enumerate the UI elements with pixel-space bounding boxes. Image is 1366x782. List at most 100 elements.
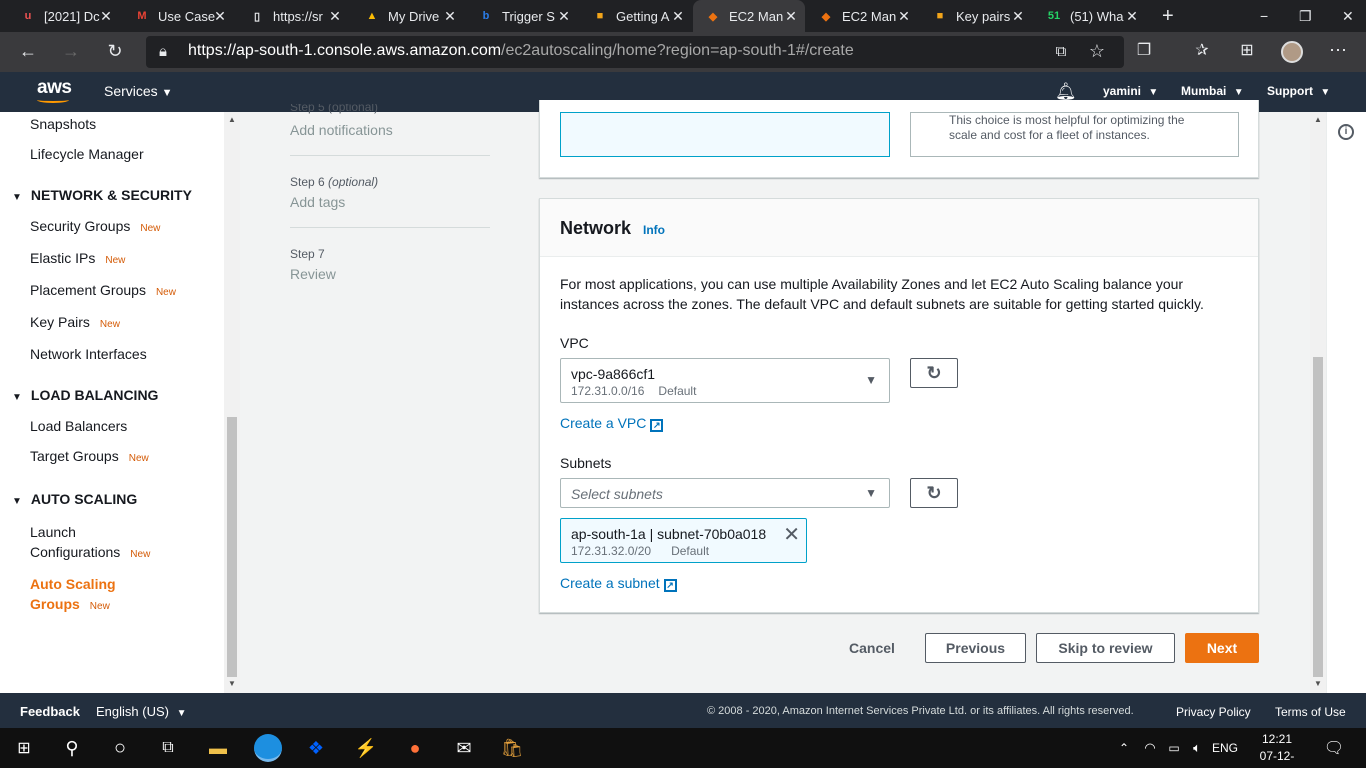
profile-avatar[interactable]	[1281, 41, 1303, 63]
browser-tab[interactable]: u [2021] Dc ✕	[8, 0, 120, 32]
minimize-icon[interactable]: −	[1248, 0, 1278, 32]
main-scrollbar[interactable]: ▲ ▼	[1310, 112, 1326, 693]
privacy-policy-link[interactable]: Privacy Policy	[1176, 705, 1251, 719]
browser-tab[interactable]: ◆ EC2 Man ✕	[806, 0, 918, 32]
clock[interactable]: 12:21 07-12-2020	[1250, 731, 1304, 782]
subnets-select[interactable]: Select subnets ▼	[560, 478, 890, 508]
forward-icon[interactable]: →	[60, 41, 82, 61]
scroll-up-icon[interactable]: ▲	[228, 115, 236, 124]
skip-to-review-button[interactable]: Skip to review	[1036, 633, 1175, 663]
task-view-icon[interactable]: ⧉	[156, 736, 180, 760]
services-menu[interactable]: Services ▼	[104, 83, 172, 99]
windows-start-icon[interactable]: ⊞	[12, 736, 36, 760]
sidebar-scrollbar[interactable]: ▲ ▼	[224, 112, 240, 693]
notifications-icon[interactable]: 🗨︎	[1322, 736, 1346, 760]
remove-token-icon[interactable]: ✕	[783, 522, 800, 547]
close-tab-icon[interactable]: ✕	[98, 8, 114, 24]
sidebar-item-security-groups[interactable]: Security Groups New	[30, 218, 160, 234]
create-vpc-link[interactable]: Create a VPC ↗	[560, 415, 664, 432]
mail-icon[interactable]: ✉	[452, 736, 476, 760]
close-tab-icon[interactable]: ✕	[212, 8, 228, 24]
sidebar-section-network-security[interactable]: ▼ NETWORK & SECURITY	[12, 187, 192, 203]
favorites-bar-icon[interactable]: ✰	[1191, 41, 1213, 61]
sidebar-item-launch-configurations[interactable]: Launch Configurations New	[30, 522, 150, 565]
sidebar-item-network-interfaces[interactable]: Network Interfaces	[30, 346, 147, 362]
read-aloud-icon[interactable]: ⧉	[1050, 42, 1072, 62]
cortana-icon[interactable]: ○	[108, 736, 132, 760]
dropbox-icon[interactable]: ❖	[304, 736, 328, 760]
sidebar-item-load-balancers[interactable]: Load Balancers	[30, 418, 127, 434]
collections-icon[interactable]: ❐	[1133, 41, 1155, 61]
store-icon[interactable]: 🛍︎	[500, 736, 524, 760]
show-hidden-icons[interactable]: ⌃	[1112, 736, 1136, 760]
create-subnet-link[interactable]: Create a subnet ↗	[560, 575, 677, 592]
language-select[interactable]: English (US) ▼	[96, 704, 187, 719]
scroll-down-icon[interactable]: ▼	[1314, 679, 1322, 688]
wifi-icon[interactable]: ◠	[1138, 736, 1162, 760]
favorite-star-icon[interactable]: ☆	[1086, 41, 1108, 61]
browser-tab[interactable]: ▲ My Drive ✕	[352, 0, 464, 32]
region-menu[interactable]: Mumbai ▼	[1181, 84, 1244, 98]
more-options-icon[interactable]: ⋯	[1327, 40, 1349, 60]
sidebar-item-placement-groups[interactable]: Placement Groups New	[30, 282, 176, 298]
network-info-link[interactable]: Info	[643, 223, 665, 237]
close-tab-icon[interactable]: ✕	[1010, 8, 1026, 24]
close-tab-icon[interactable]: ✕	[327, 8, 343, 24]
input-language[interactable]: ENG	[1212, 741, 1238, 755]
back-icon[interactable]: ←	[17, 41, 39, 61]
close-window-icon[interactable]: ✕	[1330, 0, 1360, 32]
browser-tab[interactable]: ■ Key pairs ✕	[920, 0, 1032, 32]
search-icon[interactable]: ⚲	[60, 736, 84, 760]
step7-title[interactable]: Review	[290, 266, 336, 282]
url-text[interactable]: https://ap-south-1.console.aws.amazon.co…	[188, 42, 854, 60]
vpc-select[interactable]: vpc-9a866cf1 172.31.0.0/16 Default ▼	[560, 358, 890, 403]
cancel-button[interactable]: Cancel	[849, 640, 895, 656]
aws-logo[interactable]: aws	[37, 77, 72, 99]
close-tab-icon[interactable]: ✕	[896, 8, 912, 24]
main-scroll-thumb[interactable]	[1313, 357, 1323, 677]
scroll-up-icon[interactable]: ▲	[1314, 115, 1322, 124]
close-tab-icon[interactable]: ✕	[670, 8, 686, 24]
bell-icon[interactable]: 🔔︎	[1055, 82, 1077, 102]
volume-icon[interactable]: 🔈︎	[1185, 736, 1209, 760]
restore-icon[interactable]: ❐	[1287, 0, 1317, 32]
support-menu[interactable]: Support ▼	[1267, 84, 1330, 98]
sidebar-section-auto-scaling[interactable]: ▼ AUTO SCALING	[12, 491, 137, 507]
browser-tab[interactable]: M Use Case ✕	[122, 0, 234, 32]
vscode-icon[interactable]: ⚡	[354, 736, 378, 760]
refresh-vpc-button[interactable]: ↻	[910, 358, 958, 388]
browser-tab[interactable]: 51 (51) Wha ✕	[1034, 0, 1146, 32]
firefox-icon[interactable]: ●	[403, 736, 427, 760]
user-menu[interactable]: yamini ▼	[1103, 84, 1158, 98]
previous-button[interactable]: Previous	[925, 633, 1026, 663]
sidebar-item-lifecycle-manager[interactable]: Lifecycle Manager	[30, 146, 144, 162]
sidebar-item-elastic-ips[interactable]: Elastic IPs New	[30, 250, 125, 266]
browser-tab[interactable]: b Trigger S ✕	[466, 0, 578, 32]
file-explorer-icon[interactable]: ▬	[206, 736, 230, 760]
refresh-icon[interactable]: ↻	[104, 41, 126, 61]
sidebar-item-auto-scaling-groups[interactable]: Auto Scaling Groups New	[30, 574, 116, 617]
sidebar-item-snapshots[interactable]: Snapshots	[30, 116, 96, 132]
browser-tab[interactable]: ◆ EC2 Man ✕	[693, 0, 805, 32]
scroll-down-icon[interactable]: ▼	[228, 679, 236, 688]
battery-icon[interactable]: ▭	[1162, 736, 1186, 760]
option-card-selected[interactable]	[560, 112, 890, 157]
step6-title[interactable]: Add tags	[290, 194, 345, 210]
browser-tab[interactable]: ▯ https://sr ✕	[237, 0, 349, 32]
close-tab-icon[interactable]: ✕	[783, 8, 799, 24]
browser-tab[interactable]: ■ Getting A ✕	[580, 0, 692, 32]
close-tab-icon[interactable]: ✕	[1124, 8, 1140, 24]
new-tab-icon[interactable]: +	[1150, 0, 1180, 32]
sidebar-item-key-pairs[interactable]: Key Pairs New	[30, 314, 120, 330]
sidebar-section-load-balancing[interactable]: ▼ LOAD BALANCING	[12, 387, 158, 403]
close-tab-icon[interactable]: ✕	[556, 8, 572, 24]
refresh-subnets-button[interactable]: ↻	[910, 478, 958, 508]
extensions-icon[interactable]: ⊞	[1236, 41, 1258, 61]
edge-icon[interactable]	[254, 734, 282, 762]
feedback-link[interactable]: Feedback	[20, 704, 80, 719]
close-tab-icon[interactable]: ✕	[442, 8, 458, 24]
sidebar-item-target-groups[interactable]: Target Groups New	[30, 448, 149, 464]
next-button[interactable]: Next	[1185, 633, 1259, 663]
info-icon[interactable]: i	[1338, 124, 1354, 140]
sidebar-scroll-thumb[interactable]	[227, 417, 237, 677]
